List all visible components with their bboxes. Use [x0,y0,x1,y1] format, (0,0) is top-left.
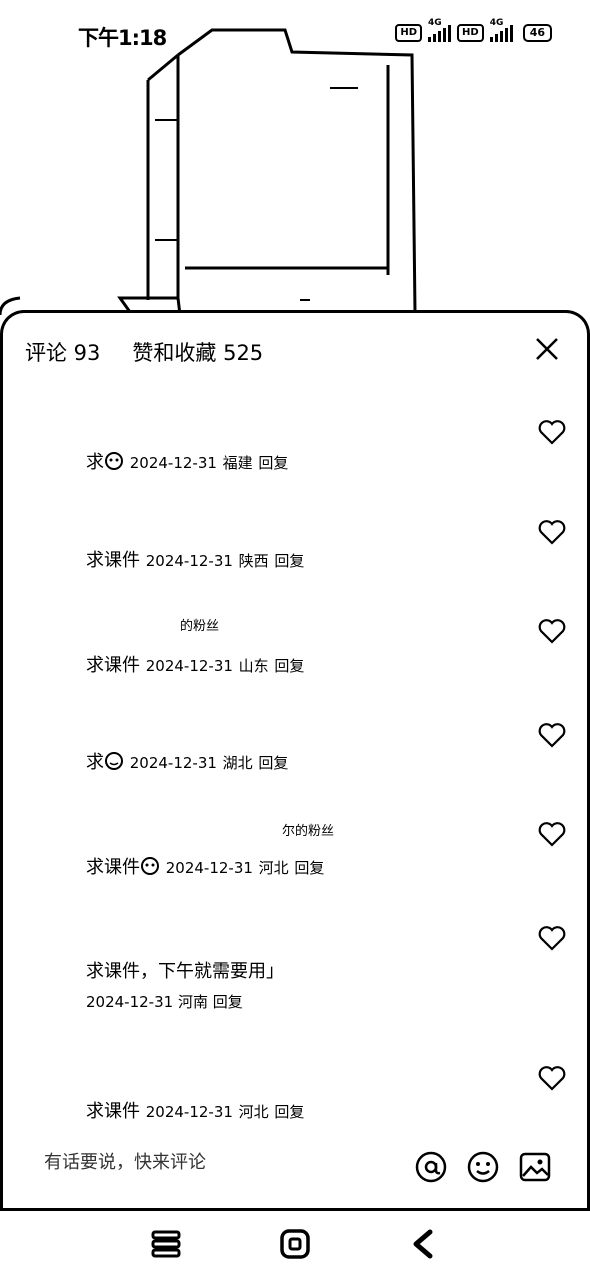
tab-comments[interactable]: 评论 93 [25,337,100,367]
heart-icon[interactable] [537,617,567,645]
comment-item: 求课件 2024-12-31 陕西 回复 [0,530,590,620]
comment-item: 求 2024-12-31 福建 回复 [0,430,590,520]
comment-text-line: 求 2024-12-31 湖北 回复 [86,748,288,774]
reply-link[interactable]: 回复 [294,859,324,877]
comment-meta: 2024-12-31 河南 回复 [86,991,243,1012]
comment-text: 求课件，下午就需要用」 [86,961,284,982]
heart-icon[interactable] [537,418,567,446]
reply-link[interactable]: 回复 [274,657,304,675]
comment-reply-to: 尔的粉丝 [282,824,335,839]
comment-item: 的粉丝 求课件 2024-12-31 山东 回复 [0,615,590,705]
comment-location: 河南 [177,993,208,1011]
home-icon[interactable] [279,1228,311,1260]
heart-icon[interactable] [537,518,567,546]
comment-location: 山东 [238,657,269,675]
back-icon[interactable] [408,1228,440,1260]
comment-text-line: 求课件 2024-12-31 山东 回复 [86,651,304,677]
reply-link[interactable]: 回复 [258,754,288,772]
comment-text: 求课件 [86,550,140,571]
heart-icon[interactable] [537,721,567,749]
at-icon[interactable] [414,1150,448,1184]
comment-date: 2024-12-31 [129,754,217,772]
comment-text: 求课件 [86,655,140,676]
menu-icon[interactable] [150,1228,182,1260]
image-icon[interactable] [518,1150,552,1184]
emoji-icon [141,857,159,875]
tab-likes-favorites[interactable]: 赞和收藏 525 [132,337,263,367]
comment-input[interactable] [44,1152,384,1173]
comment-location: 湖北 [222,754,253,772]
post-image [0,28,417,317]
comment-item: 求 2024-12-31 湖北 回复 [0,730,590,820]
comment-text-line: 求 2024-12-31 福建 回复 [86,448,288,474]
comment-date: 2024-12-31 [145,1103,233,1121]
comment-text-line: 求课件 2024-12-31 陕西 回复 [86,546,304,572]
comment-item: 求课件，下午就需要用」 2024-12-31 河南 回复 [0,955,590,1045]
divider [0,1208,590,1211]
comment-location: 福建 [222,454,253,472]
reply-link[interactable]: 回复 [258,454,288,472]
comment-date: 2024-12-31 [86,993,174,1011]
comment-item: 尔的粉丝 求课件 2024-12-31 河北 回复 [0,820,590,910]
comment-text-line: 求课件 2024-12-31 河北 回复 [86,1097,304,1123]
heart-icon[interactable] [537,924,567,952]
comment-text: 求课件 [86,1101,140,1122]
reply-link[interactable]: 回复 [274,1103,304,1121]
comment-text-line: 求课件 2024-12-31 河北 回复 [86,853,324,879]
emoji-icon [105,452,123,470]
comment-date: 2024-12-31 [129,454,217,472]
comment-text: 求 [86,452,104,473]
comment-date: 2024-12-31 [145,657,233,675]
comment-date: 2024-12-31 [165,859,253,877]
comment-location: 河北 [258,859,289,877]
sheet-tabs: 评论 93 赞和收藏 525 [25,337,263,367]
emoji-icon [105,752,123,770]
heart-icon[interactable] [537,820,567,848]
close-icon[interactable] [533,335,561,363]
comment-location: 陕西 [238,552,269,570]
smiley-icon[interactable] [466,1150,500,1184]
comment-text: 求 [86,752,104,773]
reply-link[interactable]: 回复 [274,552,304,570]
comment-location: 河北 [238,1103,269,1121]
comment-reply-to: 的粉丝 [180,619,220,634]
comment-text: 求课件 [86,857,140,878]
heart-icon[interactable] [537,1064,567,1092]
reply-link[interactable]: 回复 [213,993,243,1011]
comment-input-bar [0,1140,590,1192]
comment-date: 2024-12-31 [145,552,233,570]
